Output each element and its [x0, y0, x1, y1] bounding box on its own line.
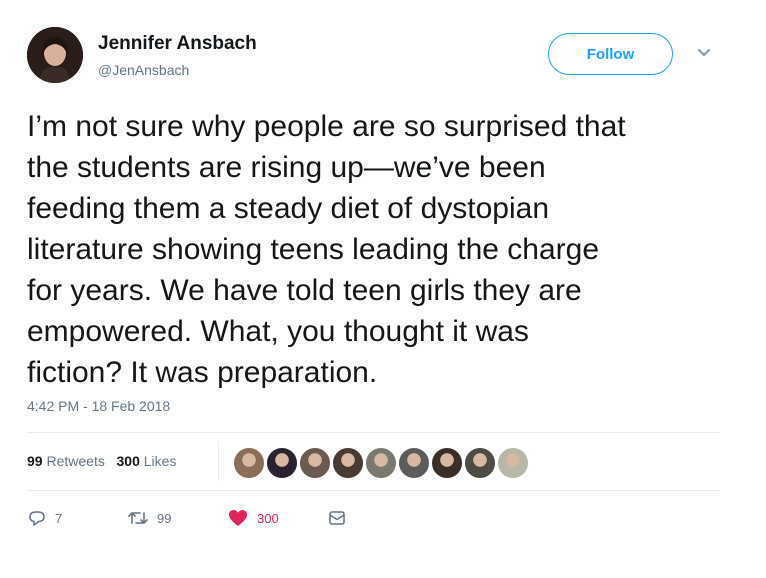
avatar[interactable]: [27, 27, 83, 83]
liker-avatar-5[interactable]: [364, 446, 398, 480]
retweets-count: 99: [27, 453, 43, 469]
heart-icon: [229, 510, 247, 526]
user-handle[interactable]: @JenAnsbach: [98, 62, 189, 78]
retweet-button[interactable]: 99: [127, 508, 171, 528]
liker-avatar-3[interactable]: [298, 446, 332, 480]
like-button[interactable]: 300: [227, 508, 279, 528]
profile-photo-icon: [27, 27, 83, 83]
user-name[interactable]: Jennifer Ansbach: [98, 33, 257, 55]
retweets-label: Retweets: [46, 453, 105, 469]
retweets-stat[interactable]: 99 Retweets: [27, 453, 105, 469]
direct-message-button[interactable]: [327, 508, 347, 528]
likes-stat[interactable]: 300 Likes: [117, 453, 177, 469]
liker-avatar-2[interactable]: [265, 446, 299, 480]
divider: [27, 432, 720, 433]
reply-count: 7: [55, 510, 63, 526]
liker-avatar-4[interactable]: [331, 446, 365, 480]
chevron-down-icon[interactable]: [695, 46, 713, 60]
like-count: 300: [257, 510, 279, 526]
stats-separator: [218, 441, 219, 481]
liker-avatar-1[interactable]: [232, 446, 266, 480]
reply-icon: [29, 511, 45, 526]
divider: [27, 490, 720, 491]
liker-avatar-8[interactable]: [463, 446, 497, 480]
liker-avatar-9[interactable]: [496, 446, 530, 480]
liker-avatar-7[interactable]: [430, 446, 464, 480]
tweet-timestamp[interactable]: 4:42 PM - 18 Feb 2018: [27, 398, 170, 414]
tweet-text: I’m not sure why people are so surprised…: [27, 110, 626, 389]
retweet-icon: [128, 512, 148, 524]
retweet-count: 99: [157, 510, 172, 526]
tweet-stats: 99 Retweets 300 Likes: [27, 453, 176, 469]
envelope-icon: [329, 511, 345, 525]
likes-count: 300: [116, 453, 140, 469]
follow-button[interactable]: Follow: [548, 33, 673, 75]
tweet-card: Jennifer Ansbach @JenAnsbach Follow I’m …: [0, 0, 766, 578]
reply-button[interactable]: 7: [27, 508, 62, 528]
likes-label: Likes: [143, 453, 177, 469]
liker-avatar-6[interactable]: [397, 446, 431, 480]
